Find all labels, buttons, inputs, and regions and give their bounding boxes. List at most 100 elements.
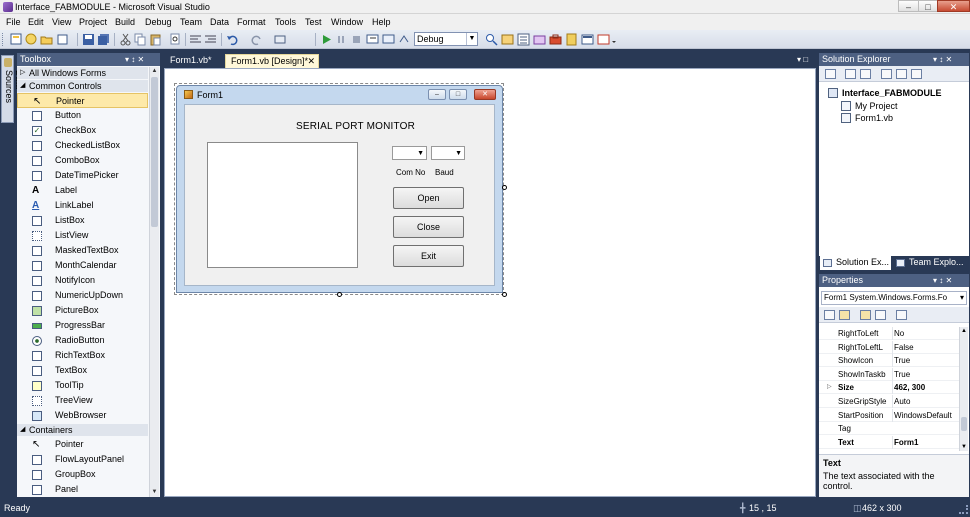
menu-data[interactable]: Data <box>210 16 229 28</box>
property-value[interactable]: True <box>892 354 958 368</box>
minimize-button[interactable]: – <box>898 0 919 12</box>
resize-handle-right[interactable] <box>502 185 507 190</box>
save-icon[interactable] <box>82 33 95 46</box>
document-window-controls[interactable]: ▾ □ <box>797 55 808 64</box>
property-value[interactable]: True <box>892 367 958 381</box>
toolbox-item-tooltip[interactable]: ToolTip <box>17 378 148 393</box>
open-file-icon[interactable] <box>40 33 53 46</box>
baud-rate-combo[interactable]: ▼ <box>431 146 465 160</box>
toolbox-item-datetimepicker[interactable]: DateTimePicker <box>17 168 148 183</box>
toolbox-item-flowlayoutpanel[interactable]: FlowLayoutPanel <box>17 452 148 467</box>
toolbox-item-numericupdown[interactable]: NumericUpDown <box>17 288 148 303</box>
form-close-button[interactable]: ✕ <box>474 89 496 100</box>
property-row[interactable]: RightToLeftL False <box>819 340 959 354</box>
stop-debugging-icon[interactable] <box>350 33 363 46</box>
close-tab-icon[interactable]: ✕ <box>307 55 315 68</box>
toolbox-item-listview[interactable]: ListView <box>17 228 148 243</box>
toolbox-item-richtextbox[interactable]: RichTextBox <box>17 348 148 363</box>
toolbox-item-notifyicon[interactable]: NotifyIcon <box>17 273 148 288</box>
tab-form1-code[interactable]: Form1.vb* <box>165 54 221 68</box>
toolbox-item-panel[interactable]: Panel <box>17 482 148 497</box>
scroll-up-icon[interactable]: ▲ <box>150 67 159 76</box>
start-debugging-icon[interactable] <box>320 33 333 46</box>
toolbox-item-listbox[interactable]: ListBox <box>17 213 148 228</box>
properties-icon[interactable] <box>825 69 836 79</box>
scroll-up-icon[interactable]: ▲ <box>960 327 968 335</box>
property-value[interactable]: 462, 300 <box>892 381 958 395</box>
find-in-files-icon[interactable] <box>485 33 498 46</box>
menu-window[interactable]: Window <box>331 16 363 28</box>
group-common-controls[interactable]: ◢ Common Controls <box>17 80 148 92</box>
resize-handle-corner[interactable] <box>502 292 507 297</box>
navigate-backward-icon[interactable] <box>274 33 287 46</box>
view-designer-icon[interactable] <box>896 69 907 79</box>
toolbox-item-radiobutton[interactable]: RadioButton <box>17 333 148 348</box>
solution-configuration-select[interactable]: Debug ▼ <box>414 32 478 46</box>
resize-grip[interactable] <box>959 505 968 514</box>
categorized-icon[interactable] <box>824 310 835 320</box>
form1-node[interactable]: Form1.vb <box>841 112 968 124</box>
toolbox-item-webbrowser[interactable]: WebBrowser <box>17 408 148 423</box>
toolbox-item-checkbox[interactable]: ✓ CheckBox <box>17 123 148 138</box>
property-row[interactable]: SizeGripStyle Auto <box>819 395 959 408</box>
toolbox-item-label[interactable]: A Label <box>17 183 148 198</box>
exit-button[interactable]: Exit <box>393 245 464 267</box>
command-window-icon[interactable] <box>597 33 610 46</box>
pause-icon[interactable] <box>335 33 348 46</box>
close-window-button[interactable]: ✕ <box>937 0 970 12</box>
toolbox-window-icon[interactable] <box>549 33 562 46</box>
cut-icon[interactable] <box>119 33 132 46</box>
paste-icon[interactable] <box>149 33 162 46</box>
step-over-icon[interactable] <box>382 33 395 46</box>
received-data-textbox[interactable] <box>207 142 358 268</box>
property-row[interactable]: Text Form1 <box>819 435 959 449</box>
property-value[interactable]: WindowsDefault <box>892 408 958 422</box>
properties-controls[interactable]: ▾ ↕ ✕ <box>933 274 952 287</box>
tab-solution-explorer[interactable]: Solution Ex... <box>820 256 891 270</box>
form-minimize-button[interactable]: – <box>428 89 446 100</box>
menu-format[interactable]: Format <box>237 16 266 28</box>
property-row[interactable]: ShowIcon True <box>819 354 959 368</box>
alphabetical-icon[interactable] <box>839 310 850 320</box>
menu-team[interactable]: Team <box>180 16 202 28</box>
scroll-down-icon[interactable]: ▼ <box>150 488 159 497</box>
property-pages-icon[interactable] <box>896 310 907 320</box>
step-into-icon[interactable] <box>366 33 379 46</box>
property-value[interactable]: No <box>892 327 958 340</box>
menu-project[interactable]: Project <box>79 16 107 28</box>
object-browser-icon[interactable] <box>533 33 546 46</box>
property-row[interactable]: ▷ Size 462, 300 <box>819 381 959 395</box>
step-out-icon[interactable] <box>398 33 411 46</box>
toolbar-options-icon[interactable] <box>611 33 617 46</box>
scroll-down-icon[interactable]: ▼ <box>960 443 968 451</box>
serial-monitor-heading[interactable]: SERIAL PORT MONITOR <box>296 121 415 132</box>
property-value[interactable]: False <box>892 340 958 354</box>
toolbox-item-combobox[interactable]: ComboBox <box>17 153 148 168</box>
start-page-icon[interactable] <box>581 33 594 46</box>
toolbox-item-treeview[interactable]: TreeView <box>17 393 148 408</box>
solution-explorer-icon[interactable] <box>501 33 514 46</box>
toolbox-item-progressbar[interactable]: ProgressBar <box>17 318 148 333</box>
view-code-icon[interactable] <box>881 69 892 79</box>
resize-handle-bottom[interactable] <box>337 292 342 297</box>
save-all-icon[interactable] <box>97 33 110 46</box>
menu-view[interactable]: View <box>52 16 71 28</box>
group-containers[interactable]: ◢ Containers <box>17 424 148 436</box>
toolbar-grip[interactable] <box>2 33 5 46</box>
undo-icon[interactable] <box>226 33 239 46</box>
refresh-icon[interactable] <box>860 69 871 79</box>
scroll-thumb[interactable] <box>961 417 967 431</box>
menu-tools[interactable]: Tools <box>275 16 296 28</box>
copy-icon[interactable] <box>134 33 147 46</box>
properties-window-icon[interactable] <box>517 33 530 46</box>
properties-view-icon[interactable] <box>860 310 871 320</box>
solution-explorer-controls[interactable]: ▾ ↕ ✕ <box>933 53 952 66</box>
add-new-item-icon[interactable] <box>57 33 70 46</box>
extension-manager-icon[interactable] <box>565 33 578 46</box>
menu-test[interactable]: Test <box>305 16 322 28</box>
property-row[interactable]: StartPosition WindowsDefault <box>819 408 959 422</box>
toolbox-item-pointer[interactable]: ↖ Pointer <box>17 93 148 108</box>
close-port-button[interactable]: Close <box>393 216 464 238</box>
property-value[interactable]: Auto <box>892 395 958 408</box>
toolbox-item-button[interactable]: Button <box>17 108 148 123</box>
